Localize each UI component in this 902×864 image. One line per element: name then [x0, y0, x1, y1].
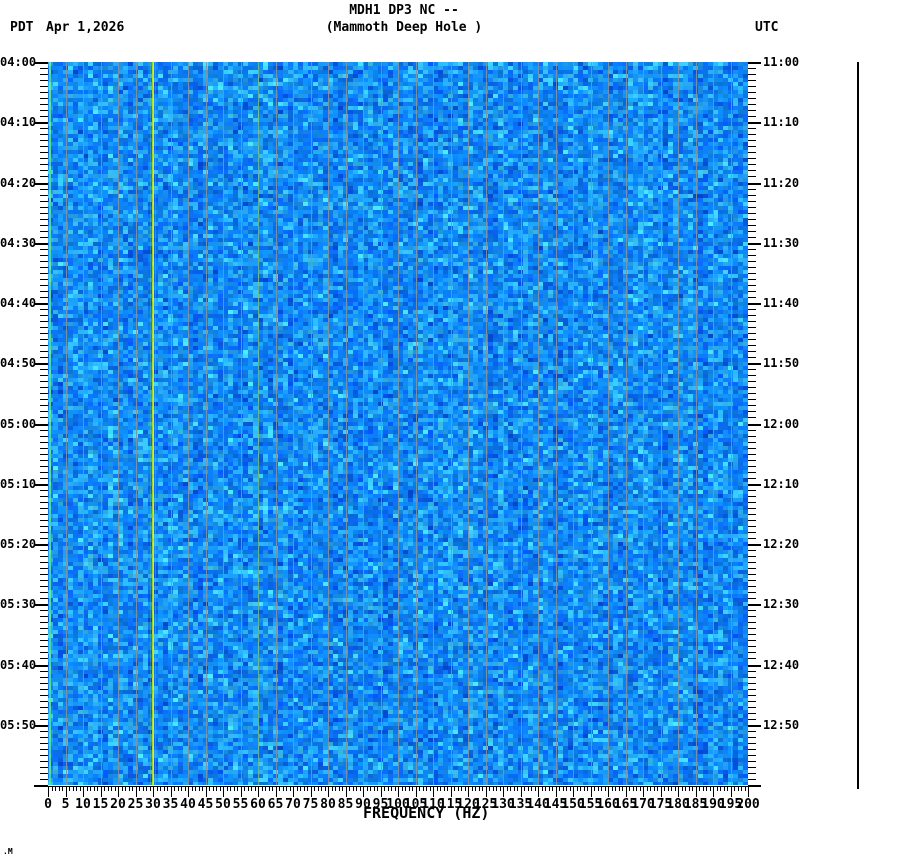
right-timezone-label: UTC	[755, 20, 779, 35]
frequency-tick-label: 80	[320, 797, 336, 812]
right-time-label: 12:40	[763, 657, 800, 672]
left-time-label: 04:20	[0, 175, 37, 190]
frequency-tick-label: 20	[110, 797, 126, 812]
right-time-label: 11:10	[763, 115, 800, 130]
left-time-label: 04:40	[0, 296, 37, 310]
right-time-label: 12:30	[763, 597, 800, 612]
left-time-label: 04:00	[0, 55, 37, 69]
frequency-tick-label: 30	[145, 797, 161, 812]
frequency-tick-label: 85	[337, 797, 354, 812]
frequency-tick-label: 50	[215, 797, 231, 812]
right-time-label: 11:00	[763, 55, 800, 69]
frequency-tick-label: 0	[44, 797, 52, 812]
frequency-tick-label: 5	[61, 797, 70, 812]
frequency-tick-label: 35	[162, 797, 179, 812]
right-time-label: 12:10	[763, 476, 800, 491]
frequency-tick-label: 70	[285, 797, 301, 812]
right-time-label: 12:20	[763, 537, 800, 551]
page-title: MDH1 DP3 NC --	[349, 3, 459, 18]
left-time-label: 05:10	[0, 476, 37, 491]
date-label: Apr 1,2026	[46, 20, 125, 35]
left-time-label: 05:30	[0, 597, 37, 612]
left-time-label: 05:20	[0, 537, 37, 551]
right-time-label: 11:50	[763, 356, 800, 371]
frequency-tick-label: 65	[267, 797, 284, 812]
left-time-label: 04:50	[0, 356, 37, 371]
right-time-label: 11:30	[763, 235, 800, 250]
spectrogram-canvas[interactable]	[0, 0, 902, 864]
right-time-label: 11:20	[763, 175, 800, 190]
page-subtitle: (Mammoth Deep Hole )	[325, 20, 483, 35]
spectrogram-figure: MDH1 DP3 NC -- (Mammoth Deep Hole ) PDT …	[0, 0, 902, 864]
seismogram-trace	[857, 62, 859, 789]
frequency-tick-label: 10	[75, 797, 91, 812]
left-time-label: 04:30	[0, 235, 37, 250]
right-time-label: 12:50	[763, 717, 800, 732]
frequency-axis-title: FREQUENCY (HZ)	[363, 804, 490, 822]
frequency-tick-label: 15	[92, 797, 109, 812]
frequency-tick-label: 25	[127, 797, 144, 812]
corner-artifact-text: .M	[3, 847, 13, 856]
left-time-label: 04:10	[0, 115, 37, 130]
frequency-tick-label: 45	[197, 797, 214, 812]
left-time-label: 05:00	[0, 416, 37, 431]
frequency-tick-label: 200	[736, 797, 760, 812]
right-time-label: 12:00	[763, 416, 800, 431]
left-timezone-label: PDT	[10, 20, 34, 35]
frequency-tick-label: 60	[250, 797, 266, 812]
left-time-label: 05:50	[0, 717, 37, 732]
frequency-tick-label: 75	[302, 797, 319, 812]
frequency-tick-label: 40	[180, 797, 196, 812]
left-time-label: 05:40	[0, 657, 37, 672]
frequency-tick-label: 55	[232, 797, 249, 812]
right-time-label: 11:40	[763, 296, 800, 310]
